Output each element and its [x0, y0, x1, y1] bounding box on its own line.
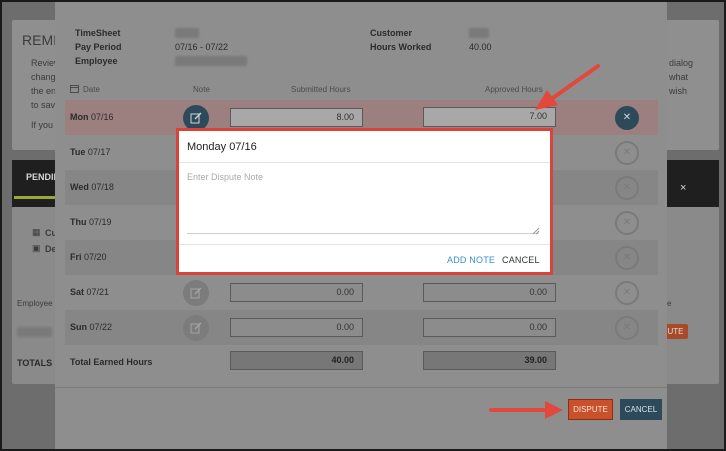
approved-hours-input[interactable]: 7.00 [423, 107, 556, 127]
dialog-divider [179, 244, 550, 245]
customer-label: Customer [370, 28, 413, 38]
timesheet-label: TimeSheet [75, 28, 121, 38]
total-approved-hours: 39.00 [423, 351, 556, 370]
approved-hours-column-header: Approved Hours [485, 85, 543, 94]
dispute-note-dialog: Monday 07/16 ADD NOTE CANCEL [176, 128, 553, 275]
table-row: Sun 07/22 0.00 0.00 ✕ [65, 310, 658, 345]
briefcase-icon: ▣ [32, 243, 41, 253]
submitted-hours-column-header: Submitted Hours [291, 85, 351, 94]
background-close-x[interactable]: × [680, 182, 686, 194]
circle-x-icon[interactable]: ✕ [615, 211, 639, 235]
total-earned-hours-label: Total Earned Hours [70, 357, 153, 367]
footer-divider [55, 387, 667, 388]
hours-worked-label: Hours Worked [370, 42, 432, 52]
day-label: Sat 07/21 [70, 287, 110, 297]
dispute-button[interactable]: DISPUTE [568, 399, 613, 420]
reminder-heading: REMI [22, 32, 57, 48]
active-tab-indicator [14, 196, 55, 199]
redacted-timesheet-id [175, 28, 199, 38]
circle-x-icon[interactable]: ✕ [615, 281, 639, 305]
redacted-employee-name [175, 56, 247, 66]
add-note-button[interactable]: ADD NOTE [447, 255, 495, 265]
dialog-divider [179, 162, 550, 163]
reminder-text-line: what [669, 72, 689, 82]
employee-label: Employee [75, 56, 118, 66]
circle-x-icon[interactable]: ✕ [615, 246, 639, 270]
day-label: Tue 07/17 [70, 147, 111, 157]
reminder-text-line: dialog [669, 58, 694, 68]
pay-period-value: 07/16 - 07/22 [175, 42, 229, 52]
date-column-header: Date [83, 85, 100, 94]
building-icon: ▦ [32, 227, 41, 237]
approved-hours-input[interactable]: 0.00 [423, 318, 556, 337]
circle-x-icon[interactable]: ✕ [615, 316, 639, 340]
dispute-note-input[interactable] [187, 172, 539, 234]
background-right-text: e [667, 299, 672, 308]
redacted-employee [17, 327, 52, 337]
circle-x-icon[interactable]: ✕ [615, 141, 639, 165]
table-row: Sat 07/21 0.00 0.00 ✕ [65, 275, 658, 310]
circle-x-icon[interactable]: ✕ [615, 106, 639, 130]
dialog-cancel-button[interactable]: CANCEL [502, 255, 540, 265]
edit-note-icon[interactable] [183, 280, 209, 306]
submitted-hours-input[interactable]: 0.00 [230, 318, 363, 337]
day-label: Wed 07/18 [70, 182, 114, 192]
hours-worked-value: 40.00 [469, 42, 492, 52]
submitted-hours-input[interactable]: 0.00 [230, 283, 363, 302]
day-label: Sun 07/22 [70, 322, 113, 332]
approved-hours-input[interactable]: 0.00 [423, 283, 556, 302]
day-label: Thu 07/19 [70, 217, 112, 227]
dialog-title: Monday 07/16 [187, 141, 257, 153]
reminder-text-line: to sav [31, 100, 56, 110]
day-label: Mon 07/16 [70, 112, 114, 122]
reminder-text-line: the en [31, 86, 57, 96]
pay-period-label: Pay Period [75, 42, 122, 52]
total-submitted-hours: 40.00 [230, 351, 363, 370]
reminder-text-line: wish [669, 86, 688, 96]
background-totals-label: TOTALS [17, 358, 53, 368]
screenshot-frame: REMI Review change the en to sav If you … [0, 0, 726, 451]
redacted-customer [469, 28, 489, 38]
cancel-button[interactable]: CANCEL [620, 399, 662, 420]
reminder-text-line: If you [31, 120, 54, 130]
circle-x-icon[interactable]: ✕ [615, 176, 639, 200]
resize-handle-icon[interactable] [532, 227, 540, 235]
calendar-icon [70, 84, 79, 95]
edit-note-icon[interactable] [183, 315, 209, 341]
submitted-hours-input[interactable]: 8.00 [230, 108, 363, 127]
day-label: Fri 07/20 [70, 252, 107, 262]
note-column-header: Note [193, 85, 210, 94]
